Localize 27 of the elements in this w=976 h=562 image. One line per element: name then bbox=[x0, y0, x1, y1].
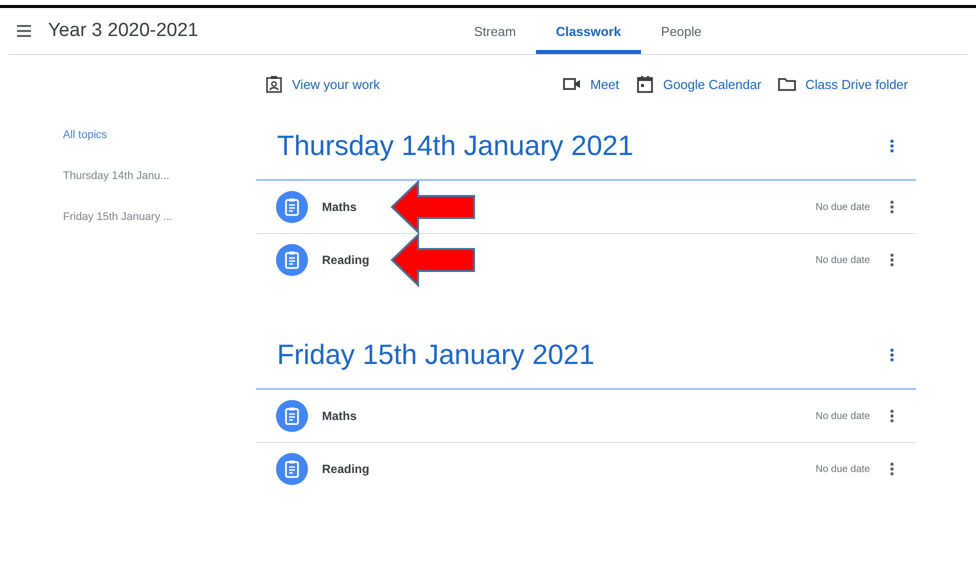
due-date: No due date bbox=[816, 202, 870, 212]
assignment-icon bbox=[276, 453, 308, 485]
assignment-icon bbox=[276, 400, 308, 432]
due-date: No due date bbox=[816, 410, 870, 422]
tab[interactable]: People bbox=[640, 8, 722, 54]
topic-link[interactable]: Thursday 14th Janu... bbox=[63, 170, 256, 182]
person-badge-icon bbox=[264, 74, 284, 94]
toolbar-link[interactable]: Google Calendar bbox=[635, 74, 762, 94]
tab[interactable]: Classwork bbox=[536, 8, 641, 54]
due-date: No due date bbox=[816, 464, 870, 474]
toolbar-link[interactable]: Class Drive folder bbox=[777, 74, 908, 94]
tab[interactable]: Stream bbox=[454, 8, 536, 54]
assignment-title[interactable]: Maths bbox=[322, 409, 357, 423]
topic-link[interactable]: All topics bbox=[63, 129, 256, 141]
assignment-title[interactable]: Reading bbox=[322, 253, 370, 267]
calendar-icon bbox=[635, 74, 656, 94]
assignment-title[interactable]: Maths bbox=[322, 200, 357, 214]
assignment-title[interactable]: Reading bbox=[322, 462, 370, 476]
view-work-link[interactable]: View your work bbox=[264, 74, 380, 94]
assignment-icon bbox=[276, 191, 308, 223]
class-title: Year 3 2020-2021 bbox=[48, 20, 198, 42]
topic-heading: Thursday 14th January 2021 bbox=[277, 130, 634, 162]
topic-link[interactable]: Friday 15th January ... bbox=[63, 211, 256, 223]
topic-heading: Friday 15th January 2021 bbox=[277, 339, 595, 371]
toolbar-link[interactable]: Meet bbox=[562, 74, 620, 94]
due-date: No due date bbox=[816, 254, 870, 266]
assignment-icon bbox=[276, 244, 308, 276]
